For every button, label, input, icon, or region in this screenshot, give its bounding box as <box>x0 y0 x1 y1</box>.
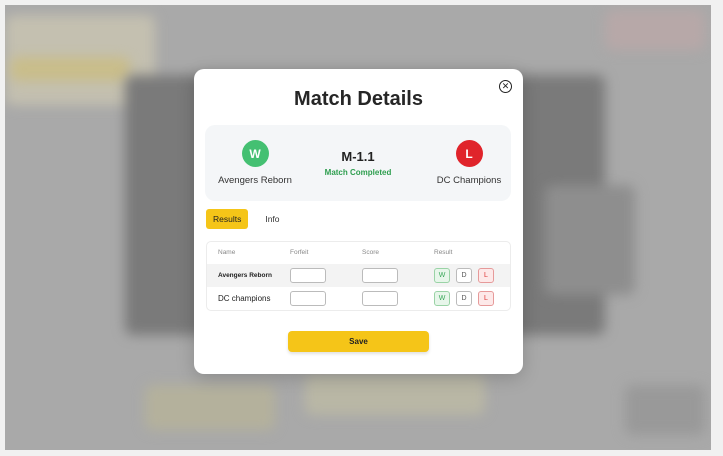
tab-results[interactable]: Results <box>206 209 249 229</box>
forfeit-cell <box>290 264 326 287</box>
score-input[interactable] <box>362 291 398 306</box>
away-team-name: DC Champions <box>436 175 502 186</box>
team-name-cell: DC champions <box>218 294 271 303</box>
result-draw-button[interactable]: D <box>456 268 472 283</box>
background-blur-shape <box>545 185 635 295</box>
background-blur-shape <box>605 10 705 50</box>
score-input[interactable] <box>362 268 398 283</box>
match-details-modal: ✕ Match Details W Avengers Reborn M-1.1 … <box>194 69 523 374</box>
away-result-badge: L <box>455 140 483 167</box>
table-header-row: Name Forfeit Score Result <box>207 242 510 263</box>
result-win-button[interactable]: W <box>434 291 450 306</box>
forfeit-cell <box>290 287 326 310</box>
background-blur-shape <box>145 385 275 430</box>
result-cell: W D L <box>434 264 500 287</box>
background-blur-shape <box>10 57 130 81</box>
home-team: W Avengers Reborn <box>205 140 305 186</box>
tab-info[interactable]: Info <box>258 209 286 229</box>
forfeit-input[interactable] <box>290 291 326 306</box>
match-summary-card: W Avengers Reborn M-1.1 Match Completed … <box>205 125 511 201</box>
background-blur-shape <box>305 375 485 415</box>
header-score: Score <box>362 249 379 256</box>
result-win-button[interactable]: W <box>434 268 450 283</box>
modal-title: Match Details <box>294 88 423 110</box>
table-row: DC champions W D L <box>207 287 510 310</box>
score-cell <box>362 287 398 310</box>
result-cell: W D L <box>434 287 500 310</box>
header-result: Result <box>434 249 453 256</box>
save-button[interactable]: Save <box>288 331 429 352</box>
away-team: L DC Champions <box>419 140 519 186</box>
home-result-badge: W <box>241 140 269 167</box>
result-loss-button[interactable]: L <box>478 268 494 283</box>
score-cell <box>362 264 398 287</box>
table-row: Avengers Reborn W D L <box>207 264 510 287</box>
home-team-name: Avengers Reborn <box>218 175 292 186</box>
modal-tabs: Results Info <box>206 209 287 229</box>
background-blur-shape <box>625 385 705 435</box>
team-name-cell: Avengers Reborn <box>218 272 272 279</box>
header-name: Name <box>218 249 236 256</box>
result-loss-button[interactable]: L <box>478 291 494 306</box>
forfeit-input[interactable] <box>290 268 326 283</box>
header-forfeit: Forfeit <box>290 249 309 256</box>
results-table: Name Forfeit Score Result Avengers Rebor… <box>206 241 511 311</box>
result-draw-button[interactable]: D <box>456 291 472 306</box>
